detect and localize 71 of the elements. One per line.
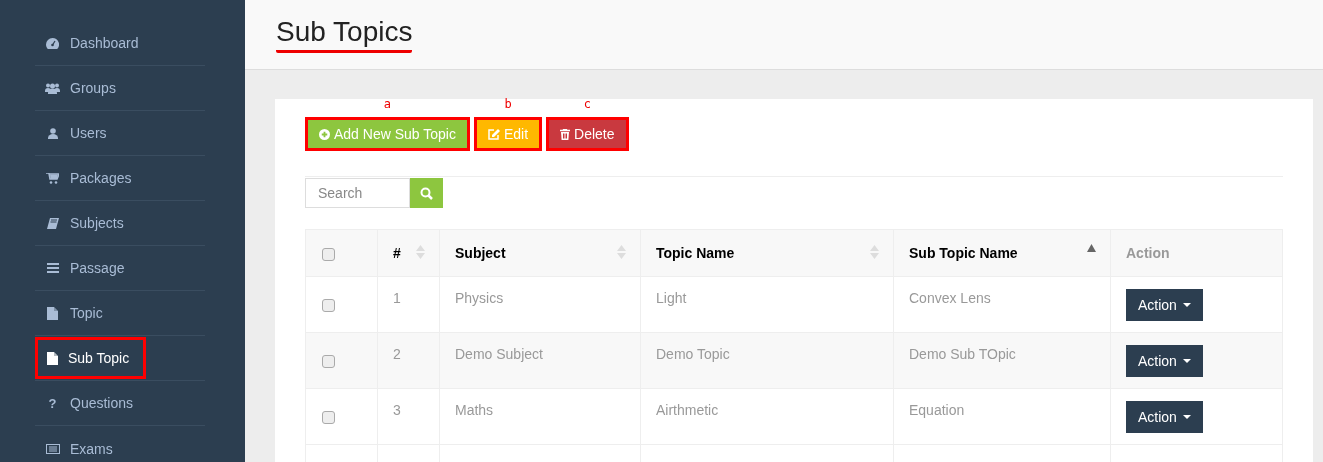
sidebar-item[interactable]: Subjects <box>35 201 205 246</box>
table-cell: Physics <box>455 290 504 306</box>
sidebar-label: Packages <box>70 169 132 188</box>
sidebar-label: Groups <box>70 79 116 98</box>
dashboard-icon <box>46 37 59 49</box>
keyboard-icon <box>45 443 60 454</box>
checkbox[interactable] <box>322 247 335 261</box>
sort-icon <box>416 244 425 260</box>
caret-icon <box>1182 415 1191 419</box>
sidebar-label: Sub Topic <box>38 340 144 376</box>
question-icon: ? <box>48 395 57 411</box>
table-cell: Maths <box>455 402 494 418</box>
sidebar-item[interactable]: Topic <box>35 291 205 336</box>
sidebar-item[interactable]: Passage <box>35 246 205 291</box>
action-button[interactable]: Action <box>1126 289 1203 321</box>
table-cell: Convex Lens <box>909 290 991 306</box>
file-icon <box>47 351 58 365</box>
table-cell: Demo Subject <box>455 346 543 362</box>
users-icon <box>45 82 60 94</box>
cart-icon <box>46 172 59 184</box>
column-header[interactable]: Subject <box>455 245 506 261</box>
caret-icon <box>1182 359 1191 363</box>
column-header[interactable]: # <box>393 245 401 261</box>
annotation-label: a <box>382 97 393 111</box>
search-button[interactable] <box>410 178 443 208</box>
checkbox[interactable] <box>322 411 335 425</box>
search-field[interactable]: Search <box>305 178 410 208</box>
sort-ascending-icon <box>1087 244 1096 252</box>
checkbox[interactable] <box>322 299 335 313</box>
plus-circle-icon <box>319 128 330 140</box>
sidebar-label: Dashboard <box>70 34 139 53</box>
sidebar-item[interactable]: Groups <box>35 66 205 111</box>
sidebar-item[interactable]: Exams <box>35 426 205 462</box>
annotation-label: b <box>503 97 513 111</box>
table-cell: Equation <box>909 402 965 418</box>
sidebar-item[interactable]: ? Questions <box>35 381 205 426</box>
table-cell: Demo Sub TOpic <box>909 346 1016 362</box>
column-header[interactable]: Sub Topic Name <box>909 245 1018 261</box>
sort-icon <box>617 244 626 260</box>
page-title: Sub Topics <box>276 16 413 53</box>
table-cell: 3 <box>393 402 401 418</box>
sidebar-label: Subjects <box>70 214 124 233</box>
delete-button[interactable]: Delete <box>546 117 629 151</box>
sidebar-item[interactable]: Dashboard <box>35 21 205 66</box>
trash-icon <box>560 128 571 140</box>
annotation-label: c <box>582 97 592 111</box>
sidebar-item[interactable]: Packages <box>35 156 205 201</box>
edit-icon <box>487 128 500 140</box>
caret-icon <box>1182 303 1191 307</box>
table-cell: Demo Topic <box>656 346 730 362</box>
book-icon <box>46 217 59 229</box>
sidebar-item[interactable]: Users <box>35 111 205 156</box>
checkbox[interactable] <box>322 355 335 369</box>
table-cell: Light <box>656 290 687 306</box>
menu-icon <box>46 263 59 273</box>
action-button[interactable]: Action <box>1126 401 1203 433</box>
sidebar-item[interactable]: Sub Topic <box>35 336 205 381</box>
sidebar-label: Exams <box>70 439 113 459</box>
sidebar-label: Users <box>70 124 107 143</box>
action-button[interactable]: Action <box>1126 345 1203 377</box>
search-icon <box>420 186 433 200</box>
sidebar-label: Passage <box>70 259 125 278</box>
column-header[interactable]: Topic Name <box>656 245 735 261</box>
table-cell: 2 <box>393 346 401 362</box>
file-icon <box>47 306 58 320</box>
table-cell: 1 <box>393 290 401 306</box>
user-icon <box>47 127 58 139</box>
table-cell: Airthmetic <box>656 402 719 418</box>
sort-icon <box>870 244 879 260</box>
sidebar-label: Questions <box>70 394 134 413</box>
sidebar-label: Topic <box>70 304 103 323</box>
